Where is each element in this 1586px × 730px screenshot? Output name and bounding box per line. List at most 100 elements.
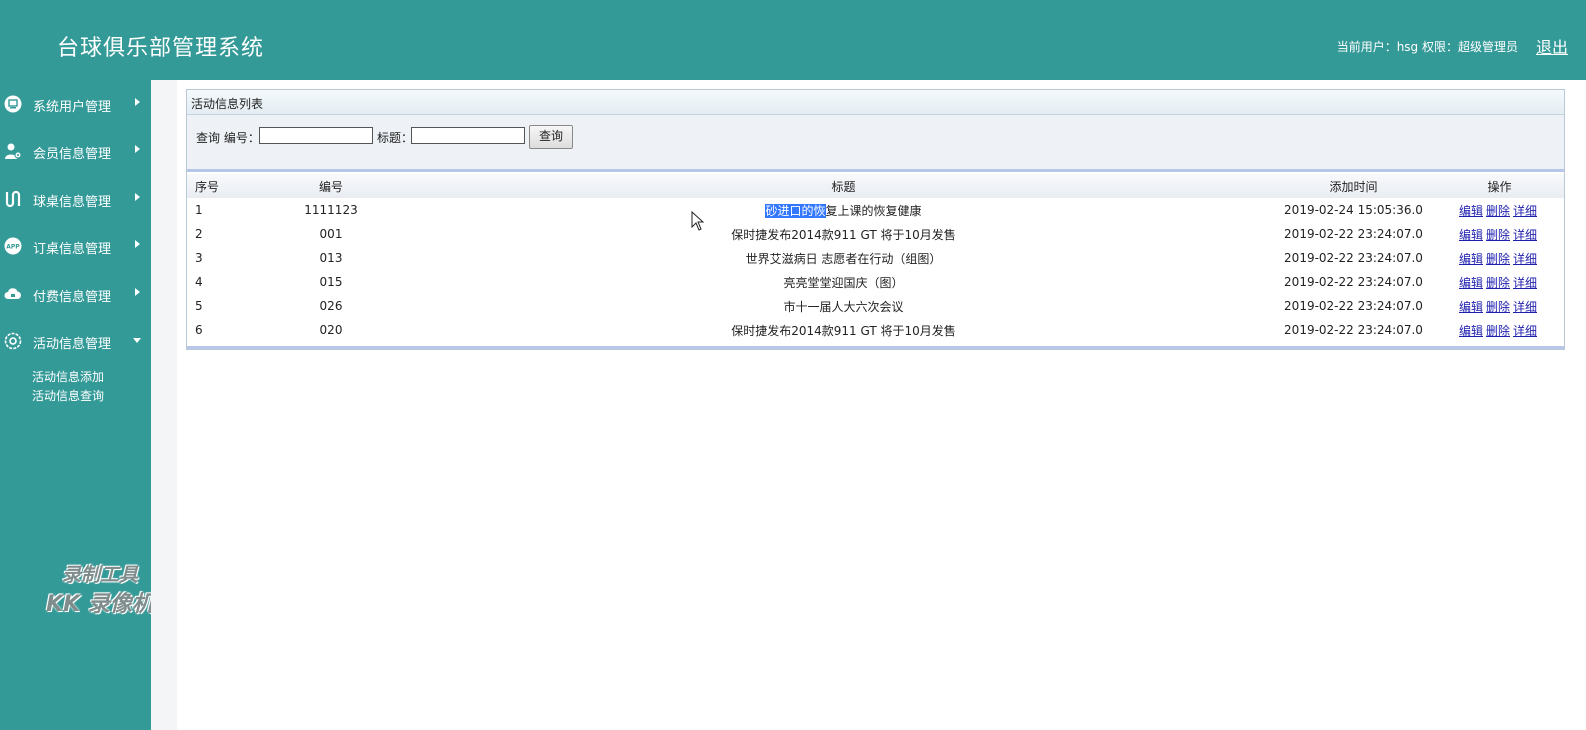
sidebar-subitem-add-activity[interactable]: 活动信息添加 bbox=[32, 368, 104, 385]
column-header-title: 标题 bbox=[415, 174, 1272, 198]
edit-link[interactable]: 编辑 bbox=[1459, 276, 1483, 290]
table-header-row: 序号 编号 标题 添加时间 操作 bbox=[187, 174, 1564, 198]
current-user-info: 当前用户：hsg 权限：超级管理员 bbox=[1336, 40, 1518, 54]
sidebar-item-bookings[interactable]: APP 订桌信息管理 bbox=[0, 231, 151, 261]
column-header-seq: 序号 bbox=[187, 174, 247, 198]
cell-time: 2019-02-22 23:24:07.0 bbox=[1284, 323, 1423, 337]
sidebar-item-tables[interactable]: 球桌信息管理 bbox=[0, 184, 151, 214]
chevron-right-icon bbox=[135, 193, 140, 201]
cell-title: 保时捷发布2014款911 GT 将于10月发售 bbox=[731, 227, 956, 242]
column-header-actions: 操作 bbox=[1435, 174, 1564, 198]
number-search-input[interactable] bbox=[259, 127, 373, 144]
chevron-right-icon bbox=[135, 98, 140, 106]
chevron-down-icon bbox=[133, 338, 141, 343]
detail-link[interactable]: 详细 bbox=[1513, 300, 1537, 314]
search-button[interactable]: 查询 bbox=[529, 125, 573, 149]
activity-table: 序号 编号 标题 添加时间 操作 1 1111123 砂进口的恢复上课的恢复健康… bbox=[187, 174, 1564, 342]
detail-link[interactable]: 详细 bbox=[1513, 228, 1537, 242]
mouse-cursor-icon bbox=[691, 211, 705, 231]
cell-number: 020 bbox=[319, 323, 343, 337]
sidebar-item-label: 系统用户管理 bbox=[33, 100, 112, 115]
edit-link[interactable]: 编辑 bbox=[1459, 228, 1483, 242]
cell-title: 世界艾滋病日 志愿者在行动（组图） bbox=[745, 251, 942, 266]
edit-link[interactable]: 编辑 bbox=[1459, 252, 1483, 266]
chevron-right-icon bbox=[135, 145, 140, 153]
cell-actions: 编辑 删除 详细 bbox=[1435, 246, 1564, 270]
cell-seq: 1 bbox=[195, 203, 203, 217]
panel-title-bar: 活动信息列表 bbox=[187, 90, 1564, 115]
sidebar-item-label: 付费信息管理 bbox=[33, 290, 112, 305]
cell-number: 001 bbox=[319, 227, 343, 241]
watermark-line1: 录制工具 bbox=[61, 564, 138, 586]
watermark-line2: KK 录像机 bbox=[46, 592, 154, 617]
table-row: 3 013 世界艾滋病日 志愿者在行动（组图） 2019-02-22 23:24… bbox=[187, 246, 1564, 270]
sidebar-item-label: 订桌信息管理 bbox=[33, 242, 112, 257]
monitor-icon bbox=[4, 95, 22, 113]
edit-link[interactable]: 编辑 bbox=[1459, 324, 1483, 338]
detail-link[interactable]: 详细 bbox=[1513, 324, 1537, 338]
divider bbox=[187, 346, 1564, 349]
search-number-label: 查询 编号： bbox=[196, 131, 260, 145]
cell-seq: 6 bbox=[195, 323, 203, 337]
search-title-label: 标题： bbox=[377, 131, 414, 145]
top-header: 台球俱乐部管理系统 当前用户：hsg 权限：超级管理员 退出 bbox=[0, 0, 1586, 80]
table-row: 1 1111123 砂进口的恢复上课的恢复健康 2019-02-24 15:05… bbox=[187, 198, 1564, 222]
sidebar-item-members[interactable]: 会员信息管理 bbox=[0, 136, 151, 166]
cell-actions: 编辑 删除 详细 bbox=[1435, 198, 1564, 222]
delete-link[interactable]: 删除 bbox=[1486, 228, 1510, 242]
content-gutter bbox=[151, 80, 177, 730]
cell-seq: 5 bbox=[195, 299, 203, 313]
delete-link[interactable]: 删除 bbox=[1486, 204, 1510, 218]
cell-number: 026 bbox=[319, 299, 343, 313]
cell-title: 市十一届人大六次会议 bbox=[783, 299, 904, 314]
detail-link[interactable]: 详细 bbox=[1513, 204, 1537, 218]
cell-actions: 编辑 删除 详细 bbox=[1435, 294, 1564, 318]
svg-text:APP: APP bbox=[6, 244, 20, 251]
detail-link[interactable]: 详细 bbox=[1513, 252, 1537, 266]
cell-title: 砂进口的恢复上课的恢复健康 bbox=[415, 198, 1272, 222]
column-header-time: 添加时间 bbox=[1272, 174, 1435, 198]
settings-icon bbox=[4, 332, 22, 350]
sidebar-subitem-query-activity[interactable]: 活动信息查询 bbox=[32, 387, 104, 404]
route-icon bbox=[5, 190, 21, 208]
chevron-right-icon bbox=[135, 288, 140, 296]
delete-link[interactable]: 删除 bbox=[1486, 276, 1510, 290]
table-row: 6 020 保时捷发布2014款911 GT 将于10月发售 2019-02-2… bbox=[187, 318, 1564, 342]
cell-time: 2019-02-22 23:24:07.0 bbox=[1284, 227, 1423, 241]
sidebar-item-label: 会员信息管理 bbox=[33, 147, 112, 162]
delete-link[interactable]: 删除 bbox=[1486, 252, 1510, 266]
title-search-input[interactable] bbox=[411, 127, 525, 144]
cell-time: 2019-02-22 23:24:07.0 bbox=[1284, 299, 1423, 313]
cell-actions: 编辑 删除 详细 bbox=[1435, 318, 1564, 342]
logout-link[interactable]: 退出 bbox=[1536, 34, 1568, 58]
cell-actions: 编辑 删除 详细 bbox=[1435, 222, 1564, 246]
delete-link[interactable]: 删除 bbox=[1486, 300, 1510, 314]
cell-number: 015 bbox=[319, 275, 343, 289]
cell-time: 2019-02-24 15:05:36.0 bbox=[1284, 203, 1423, 217]
table-row: 5 026 市十一届人大六次会议 2019-02-22 23:24:07.0 编… bbox=[187, 294, 1564, 318]
sidebar-item-label: 球桌信息管理 bbox=[33, 195, 112, 210]
edit-link[interactable]: 编辑 bbox=[1459, 300, 1483, 314]
edit-link[interactable]: 编辑 bbox=[1459, 204, 1483, 218]
app-badge-icon: APP bbox=[4, 237, 22, 255]
sidebar-item-system-users[interactable]: 系统用户管理 bbox=[0, 89, 151, 119]
table-row: 2 001 保时捷发布2014款911 GT 将于10月发售 2019-02-2… bbox=[187, 222, 1564, 246]
delete-link[interactable]: 删除 bbox=[1486, 324, 1510, 338]
app-title: 台球俱乐部管理系统 bbox=[57, 36, 265, 61]
activity-list-panel: 活动信息列表 查询 编号： 标题： 查询 序号 编号 标题 添加时间 操作 1 … bbox=[186, 89, 1565, 350]
cell-seq: 2 bbox=[195, 227, 203, 241]
table-row: 4 015 亮亮堂堂迎国庆（图） 2019-02-22 23:24:07.0 编… bbox=[187, 270, 1564, 294]
sidebar-item-activities[interactable]: 活动信息管理 bbox=[0, 326, 151, 356]
panel-title: 活动信息列表 bbox=[191, 97, 264, 111]
cloud-icon bbox=[4, 288, 21, 299]
cell-seq: 4 bbox=[195, 275, 203, 289]
title-text: 复上课的恢复健康 bbox=[825, 203, 922, 218]
cell-number: 013 bbox=[319, 251, 343, 265]
cell-title: 保时捷发布2014款911 GT 将于10月发售 bbox=[731, 323, 956, 338]
cell-number: 1111123 bbox=[304, 203, 358, 217]
sidebar-item-payments[interactable]: 付费信息管理 bbox=[0, 279, 151, 309]
search-bar: 查询 编号： 标题： 查询 bbox=[187, 115, 1564, 169]
detail-link[interactable]: 详细 bbox=[1513, 276, 1537, 290]
cell-time: 2019-02-22 23:24:07.0 bbox=[1284, 251, 1423, 265]
cell-title: 亮亮堂堂迎国庆（图） bbox=[783, 275, 904, 290]
